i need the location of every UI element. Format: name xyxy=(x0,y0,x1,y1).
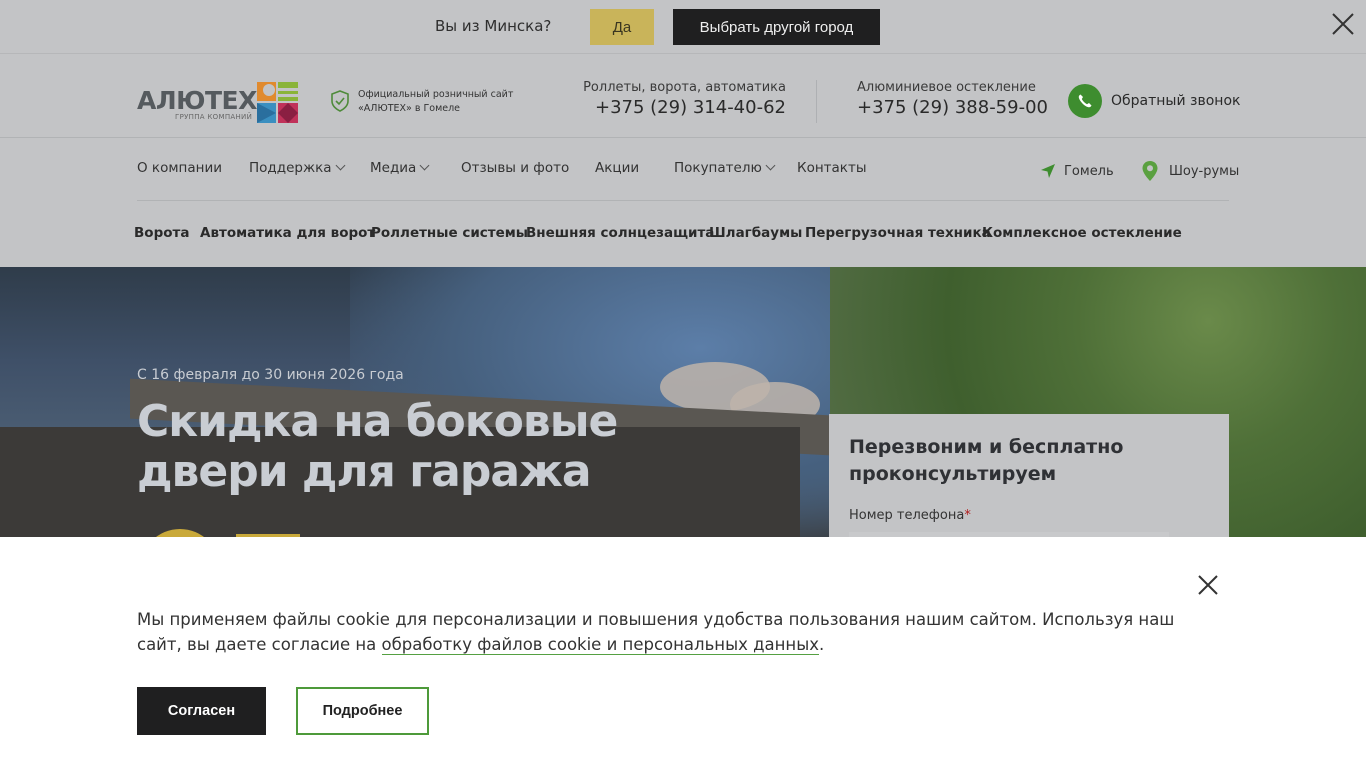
promo-date: С 16 февраля до 30 июня 2026 года xyxy=(137,367,404,383)
official-line-2: «АЛЮТЕХ» в Гомеле xyxy=(358,103,461,114)
promo-title: Скидка на боковые двери для гаража xyxy=(137,397,657,497)
logo[interactable]: АЛЮТЕХ ГРУППА КОМПАНИЙ xyxy=(137,82,299,124)
promo-title-line-1: Скидка на боковые xyxy=(137,396,618,447)
city-confirm-bar: Вы из Минска? Да Выбрать другой город xyxy=(0,0,1366,54)
phone-glazing-label: Алюминиевое остекление xyxy=(857,80,1036,95)
nav-item-contacts[interactable]: Контакты xyxy=(797,160,866,176)
nav-item-media[interactable]: Медиа xyxy=(370,160,430,176)
category-gates[interactable]: Ворота xyxy=(134,225,189,241)
city-label: Гомель xyxy=(1064,163,1114,179)
chevron-down-icon xyxy=(419,160,430,170)
map-pin-icon xyxy=(1142,161,1158,181)
required-mark: * xyxy=(964,508,971,523)
cookie-message-end: . xyxy=(819,635,825,654)
agree-button[interactable]: Согласен xyxy=(137,687,266,735)
official-line-1: Официальный розничный сайт xyxy=(358,89,514,100)
logo-subtitle: ГРУППА КОМПАНИЙ xyxy=(175,113,253,121)
nav-label: Медиа xyxy=(370,160,417,176)
callback-form: Перезвоним и бесплатно проконсультируем … xyxy=(829,414,1229,537)
callback-form-title: Перезвоним и бесплатно проконсультируем xyxy=(849,436,1124,485)
nav-item-support[interactable]: Поддержка xyxy=(249,160,345,176)
chevron-down-icon xyxy=(765,160,776,170)
nav-label: Поддержка xyxy=(249,160,332,176)
nav-item-buyers[interactable]: Покупателю xyxy=(674,160,776,176)
phone-field-label: Номер телефона* xyxy=(849,508,971,523)
nav-label: Покупателю xyxy=(674,160,762,176)
divider xyxy=(816,80,817,123)
phone-glazing-number[interactable]: +375 (29) 388-59-00 xyxy=(857,97,1057,118)
nav-divider xyxy=(137,200,1229,201)
category-sun-protection[interactable]: Внешняя солнцезащита xyxy=(526,225,714,241)
category-barriers[interactable]: Шлагбаумы xyxy=(709,225,802,241)
close-icon[interactable] xyxy=(1330,11,1356,37)
choose-other-city-button[interactable]: Выбрать другой город xyxy=(673,9,880,45)
site-header: АЛЮТЕХ ГРУППА КОМПАНИЙ Официальный розни… xyxy=(0,54,1366,267)
more-info-button[interactable]: Подробнее xyxy=(296,687,429,735)
nav-label: О компании xyxy=(137,160,222,176)
phone-rollers-number[interactable]: +375 (29) 314-40-62 xyxy=(560,97,786,118)
city-question: Вы из Минска? xyxy=(435,17,552,35)
logo-text: АЛЮТЕХ xyxy=(137,86,257,115)
nav-label: Контакты xyxy=(797,160,867,176)
callback-label: Обратный звонок xyxy=(1111,93,1241,109)
header-divider xyxy=(0,137,1366,138)
callback-button[interactable]: Обратный звонок xyxy=(1068,84,1240,118)
phone-icon xyxy=(1068,84,1102,118)
close-icon[interactable] xyxy=(1197,574,1219,596)
nav-item-promos[interactable]: Акции xyxy=(595,160,639,176)
cookie-banner: Мы применяем файлы cookie для персонализ… xyxy=(0,537,1366,768)
city-selector[interactable]: Гомель xyxy=(1040,160,1114,182)
category-gate-automation[interactable]: Автоматика для ворот xyxy=(200,225,375,241)
phone-rollers-block: Роллеты, ворота, автоматика +375 (29) 31… xyxy=(560,80,786,118)
discount-figure xyxy=(140,529,310,537)
logo-mark-icon xyxy=(257,82,298,123)
discount-digit xyxy=(140,529,220,537)
category-loading-equipment[interactable]: Перегрузочная техника xyxy=(805,225,991,241)
promo-hero-banner[interactable]: С 16 февраля до 30 июня 2026 года Скидка… xyxy=(0,267,1366,537)
showrooms-link[interactable]: Шоу-румы xyxy=(1141,160,1239,182)
nav-item-about[interactable]: О компании xyxy=(137,160,222,176)
category-glazing[interactable]: Комплексное остекление xyxy=(982,225,1182,241)
location-arrow-icon xyxy=(1041,164,1055,178)
phone-glazing-block: Алюминиевое остекление +375 (29) 388-59-… xyxy=(857,80,1057,118)
phone-field-label-text: Номер телефона xyxy=(849,508,965,523)
nav-item-reviews[interactable]: Отзывы и фото xyxy=(461,160,569,176)
cookie-policy-link[interactable]: обработку файлов cookie и персональных д… xyxy=(381,635,820,655)
nav-label: Акции xyxy=(595,160,640,176)
category-roller-systems[interactable]: Роллетные системы xyxy=(371,225,528,241)
nav-label: Отзывы и фото xyxy=(461,160,570,176)
cookie-message: Мы применяем файлы cookie для персонализ… xyxy=(137,607,1197,657)
phone-rollers-label: Роллеты, ворота, автоматика xyxy=(583,80,786,95)
chevron-down-icon xyxy=(335,160,345,170)
promo-title-line-2: двери для гаража xyxy=(137,446,592,497)
confirm-city-button[interactable]: Да xyxy=(590,9,654,45)
shield-check-icon xyxy=(331,90,349,112)
showrooms-label: Шоу-румы xyxy=(1169,163,1240,179)
